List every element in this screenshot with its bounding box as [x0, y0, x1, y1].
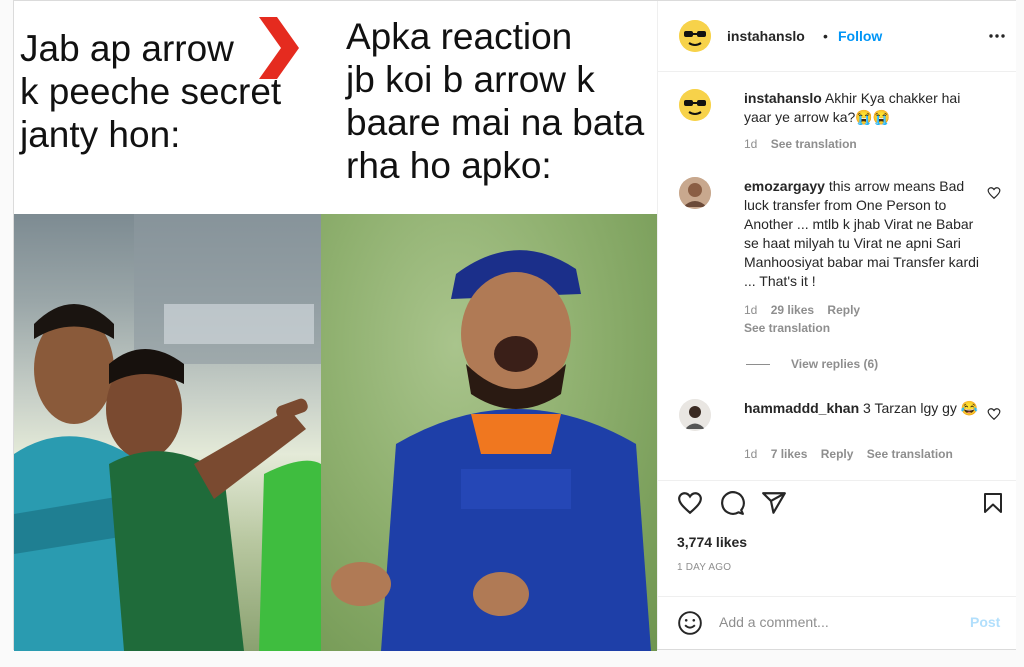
- follow-button[interactable]: Follow: [838, 28, 882, 44]
- view-replies-button[interactable]: View replies (6): [791, 357, 878, 371]
- comment-username[interactable]: instahanslo: [744, 90, 822, 106]
- post-date: 1 DAY AGO: [677, 562, 732, 573]
- bookmark-icon[interactable]: [981, 490, 1005, 516]
- comments-list: instahanslo Akhir Kya chakker hai yaar y…: [658, 72, 1016, 480]
- see-translation-link[interactable]: See translation: [771, 137, 857, 151]
- comment-icon[interactable]: [719, 490, 745, 516]
- post-sidebar: instahanslo • Follow instahanslo Akhir K…: [657, 1, 1016, 649]
- likes-count[interactable]: 3,774 likes: [677, 534, 747, 550]
- see-translation-link[interactable]: See translation: [867, 447, 953, 461]
- reply-button[interactable]: Reply: [821, 447, 854, 461]
- add-comment-bar: Add a comment... Post: [658, 596, 1016, 650]
- comment-text: this arrow means Bad luck transfer from …: [744, 178, 979, 289]
- meme-right-caption: Apka reaction jb koi b arrow k baare mai…: [346, 16, 645, 186]
- post-button[interactable]: Post: [970, 614, 1000, 630]
- comment-time: 1d: [744, 303, 758, 317]
- comment-time: 1d: [744, 137, 758, 151]
- comment-username[interactable]: hammaddd_khan: [744, 400, 859, 416]
- instagram-post: Jab ap arrow k peeche secret janty hon: …: [13, 0, 1016, 651]
- see-translation-link[interactable]: See translation: [744, 321, 830, 335]
- heart-icon[interactable]: [677, 490, 703, 516]
- more-horizontal-icon[interactable]: [988, 30, 1006, 42]
- emoji-icon[interactable]: [677, 610, 703, 636]
- comment-likes-count[interactable]: 7 likes: [771, 447, 808, 461]
- post-author-username[interactable]: instahanslo: [727, 28, 805, 44]
- photo-celebrating-players: [14, 214, 321, 651]
- red-arrow-icon: [259, 17, 299, 79]
- avatar[interactable]: [679, 20, 711, 52]
- replies-divider: [746, 364, 770, 365]
- comment-text: 3 Tarzan lgy gy 😂: [863, 400, 979, 416]
- post-actions: 3,774 likes 1 DAY AGO: [658, 480, 1016, 591]
- share-icon[interactable]: [761, 490, 787, 516]
- avatar[interactable]: [679, 89, 711, 121]
- comment-time: 1d: [744, 447, 758, 461]
- like-comment-icon[interactable]: [987, 186, 1001, 200]
- avatar[interactable]: [679, 177, 711, 209]
- like-comment-icon[interactable]: [987, 407, 1001, 421]
- avatar[interactable]: [679, 399, 711, 431]
- separator-dot: •: [823, 28, 828, 44]
- reply-button[interactable]: Reply: [827, 303, 860, 317]
- comment-username[interactable]: emozargayy: [744, 178, 825, 194]
- post-image[interactable]: Jab ap arrow k peeche secret janty hon: …: [14, 1, 657, 651]
- comment-likes-count[interactable]: 29 likes: [771, 303, 814, 317]
- photo-shouting-player: [321, 214, 657, 651]
- post-header: instahanslo • Follow: [658, 1, 1016, 72]
- comment-input[interactable]: Add a comment...: [719, 614, 949, 630]
